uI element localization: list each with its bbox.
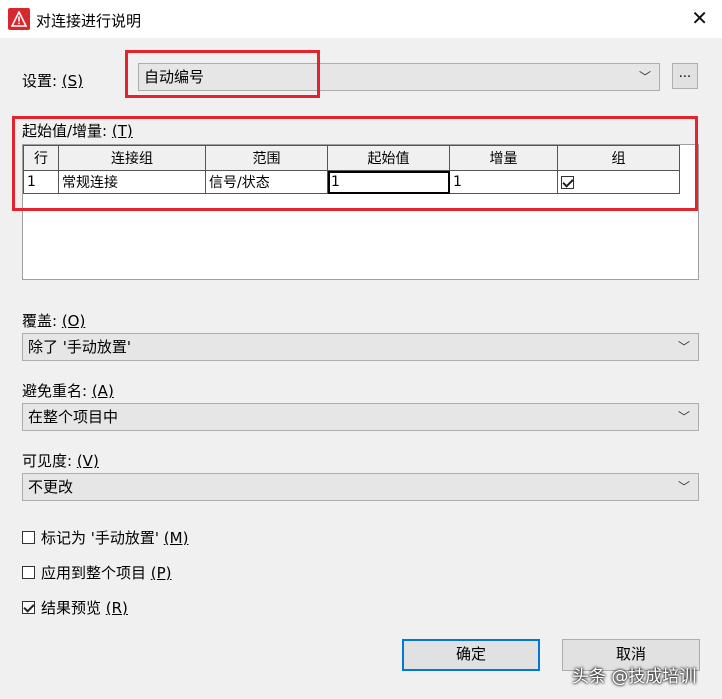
watermark: 头条 @技成培训 bbox=[572, 667, 697, 687]
visibility-label: 可见度: (V) bbox=[22, 452, 99, 470]
warning-triangle-icon bbox=[8, 8, 30, 30]
mark-manual-checkbox[interactable] bbox=[22, 531, 35, 544]
column-header-scope[interactable]: 范围 bbox=[205, 145, 328, 171]
avoid-duplicates-value: 在整个项目中 bbox=[28, 408, 119, 426]
preview-checkbox[interactable] bbox=[22, 601, 35, 614]
settings-value: 自动编号 bbox=[144, 68, 205, 86]
cell-increment[interactable]: 1 bbox=[449, 170, 558, 194]
start-increment-label: 起始值/增量: (T) bbox=[22, 122, 133, 140]
visibility-value: 不更改 bbox=[28, 478, 74, 496]
overwrite-dropdown[interactable]: 除了 '手动放置' ﹀ bbox=[22, 333, 699, 361]
column-header-row[interactable]: 行 bbox=[23, 145, 59, 171]
table-row[interactable]: 1 常规连接 信号/状态 1 1 bbox=[23, 170, 680, 194]
dialog: 对连接进行说明 ✕ 设置: (S) 自动编号 ﹀ ... 起始值/增量: (T)… bbox=[0, 0, 722, 699]
settings-label: 设置: (S) bbox=[22, 72, 84, 90]
chevron-down-icon: ﹀ bbox=[677, 480, 690, 494]
settings-dropdown[interactable]: 自动编号 ﹀ bbox=[138, 63, 660, 91]
ok-button[interactable]: 确定 bbox=[402, 639, 540, 671]
table-header-row: 行 连接组 范围 起始值 增量 组 bbox=[23, 145, 680, 171]
checkbox-apply-project[interactable]: 应用到整个项目 (P) bbox=[22, 562, 172, 583]
chevron-down-icon: ﹀ bbox=[677, 340, 690, 354]
grouped-checkbox[interactable] bbox=[561, 175, 574, 189]
avoid-duplicates-label: 避免重名: (A) bbox=[22, 382, 114, 400]
start-increment-table: 行 连接组 范围 起始值 增量 组 1 常规连接 信号/状态 1 1 bbox=[23, 145, 680, 194]
settings-browse-button[interactable]: ... bbox=[672, 63, 698, 89]
overwrite-value: 除了 '手动放置' bbox=[28, 338, 132, 356]
close-icon[interactable]: ✕ bbox=[691, 8, 708, 28]
apply-project-checkbox[interactable] bbox=[22, 566, 35, 579]
column-header-group[interactable]: 连接组 bbox=[58, 145, 206, 171]
checkbox-mark-manual[interactable]: 标记为 '手动放置' (M) bbox=[22, 527, 188, 548]
checkbox-preview[interactable]: 结果预览 (R) bbox=[22, 597, 128, 618]
cell-row: 1 bbox=[23, 170, 59, 194]
column-header-grouped[interactable]: 组 bbox=[557, 145, 680, 171]
cell-scope[interactable]: 信号/状态 bbox=[205, 170, 328, 194]
title-bar: 对连接进行说明 ✕ bbox=[0, 0, 722, 38]
column-header-start[interactable]: 起始值 bbox=[327, 145, 450, 171]
window-title: 对连接进行说明 bbox=[36, 12, 142, 30]
avoid-duplicates-dropdown[interactable]: 在整个项目中 ﹀ bbox=[22, 403, 699, 431]
cell-group[interactable]: 常规连接 bbox=[58, 170, 206, 194]
chevron-down-icon: ﹀ bbox=[638, 70, 651, 84]
overwrite-label: 覆盖: (O) bbox=[22, 312, 86, 330]
chevron-down-icon: ﹀ bbox=[677, 410, 690, 424]
cell-grouped[interactable] bbox=[557, 170, 680, 194]
visibility-dropdown[interactable]: 不更改 ﹀ bbox=[22, 473, 699, 501]
column-header-increment[interactable]: 增量 bbox=[449, 145, 558, 171]
cell-start[interactable]: 1 bbox=[327, 170, 450, 194]
